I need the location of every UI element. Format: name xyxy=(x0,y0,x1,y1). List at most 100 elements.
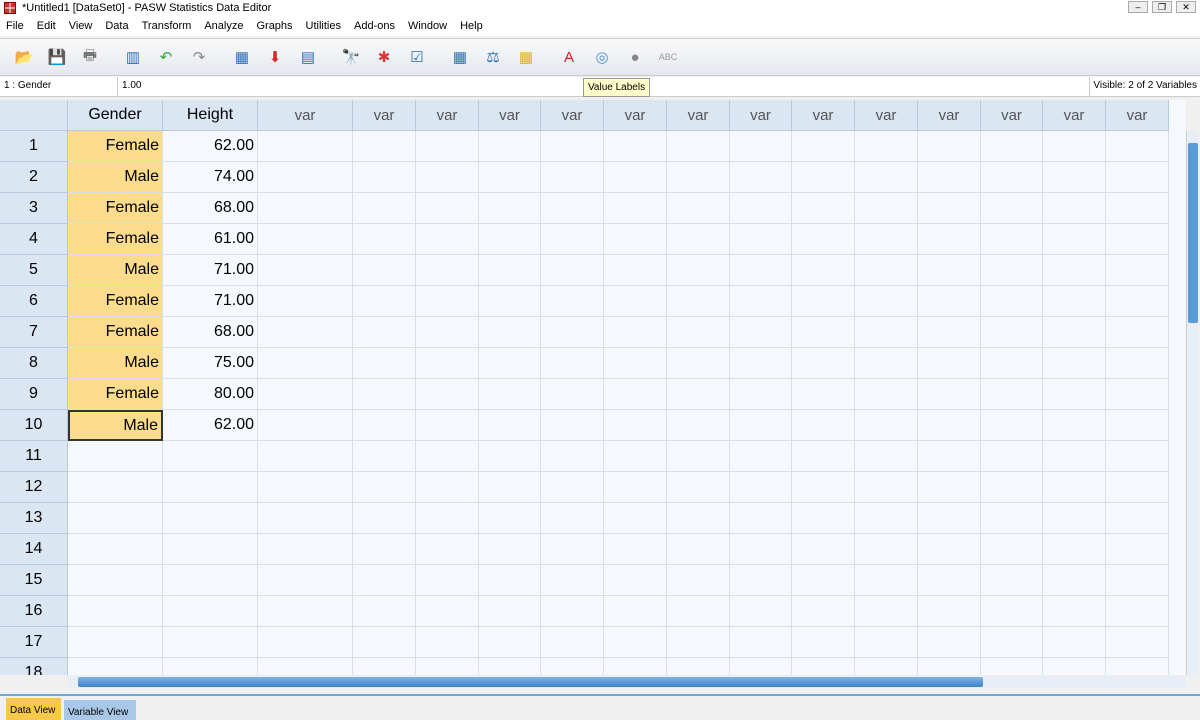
cell-empty[interactable] xyxy=(667,379,730,410)
cell-empty[interactable] xyxy=(730,255,792,286)
cell-height[interactable]: 61.00 xyxy=(163,224,258,255)
cell-empty[interactable] xyxy=(541,255,604,286)
cell-empty[interactable] xyxy=(258,317,353,348)
cell-empty[interactable] xyxy=(792,162,855,193)
cell-gender[interactable]: Male xyxy=(68,410,163,441)
cell-empty[interactable] xyxy=(1043,131,1106,162)
cell-empty[interactable] xyxy=(541,193,604,224)
cell-empty[interactable] xyxy=(667,503,730,534)
undo-icon[interactable]: ↶ xyxy=(152,43,180,71)
cell-height[interactable] xyxy=(163,627,258,658)
row-header[interactable]: 18 xyxy=(0,658,68,675)
cell-empty[interactable] xyxy=(667,224,730,255)
cell-gender[interactable]: Female xyxy=(68,379,163,410)
cell-empty[interactable] xyxy=(416,565,479,596)
cell-empty[interactable] xyxy=(479,193,541,224)
cell-empty[interactable] xyxy=(541,410,604,441)
cell-empty[interactable] xyxy=(541,565,604,596)
cell-gender[interactable]: Female xyxy=(68,317,163,348)
cell-empty[interactable] xyxy=(353,472,416,503)
cell-empty[interactable] xyxy=(855,503,918,534)
cell-empty[interactable] xyxy=(416,255,479,286)
cell-height[interactable]: 68.00 xyxy=(163,193,258,224)
cell-empty[interactable] xyxy=(604,596,667,627)
cell-empty[interactable] xyxy=(855,255,918,286)
cell-empty[interactable] xyxy=(667,410,730,441)
cell-gender[interactable] xyxy=(68,503,163,534)
cell-empty[interactable] xyxy=(981,627,1043,658)
redo-icon[interactable]: ↷ xyxy=(185,43,213,71)
cell-empty[interactable] xyxy=(981,379,1043,410)
maximize-button[interactable]: ❐ xyxy=(1152,1,1172,13)
cell-empty[interactable] xyxy=(918,410,981,441)
cell-empty[interactable] xyxy=(855,348,918,379)
cell-empty[interactable] xyxy=(918,162,981,193)
cell-empty[interactable] xyxy=(258,131,353,162)
cell-empty[interactable] xyxy=(353,596,416,627)
cell-empty[interactable] xyxy=(855,441,918,472)
menu-view[interactable]: View xyxy=(69,20,93,32)
row-header[interactable]: 10 xyxy=(0,410,68,441)
cell-height[interactable]: 75.00 xyxy=(163,348,258,379)
cell-empty[interactable] xyxy=(353,224,416,255)
show-all-icon[interactable]: ● xyxy=(621,43,649,71)
print-icon[interactable]: 🖶 xyxy=(76,43,104,71)
cell-empty[interactable] xyxy=(416,503,479,534)
column-header-var[interactable]: var xyxy=(1106,100,1169,131)
cell-empty[interactable] xyxy=(792,596,855,627)
cell-gender[interactable] xyxy=(68,472,163,503)
cell-empty[interactable] xyxy=(258,441,353,472)
cell-empty[interactable] xyxy=(479,162,541,193)
cell-empty[interactable] xyxy=(918,627,981,658)
cell-height[interactable]: 62.00 xyxy=(163,131,258,162)
cell-empty[interactable] xyxy=(604,658,667,675)
cell-height[interactable]: 68.00 xyxy=(163,317,258,348)
cell-empty[interactable] xyxy=(541,472,604,503)
cell-empty[interactable] xyxy=(1106,193,1169,224)
column-header-var[interactable]: var xyxy=(604,100,667,131)
cell-empty[interactable] xyxy=(479,379,541,410)
cell-empty[interactable] xyxy=(541,348,604,379)
horizontal-scroll-thumb[interactable] xyxy=(78,677,983,687)
cell-empty[interactable] xyxy=(353,534,416,565)
cell-empty[interactable] xyxy=(981,317,1043,348)
cell-empty[interactable] xyxy=(792,317,855,348)
cell-empty[interactable] xyxy=(416,596,479,627)
cell-gender[interactable]: Female xyxy=(68,193,163,224)
cell-gender[interactable]: Male xyxy=(68,255,163,286)
cell-empty[interactable] xyxy=(918,472,981,503)
cell-empty[interactable] xyxy=(604,472,667,503)
save-icon[interactable]: 💾 xyxy=(43,43,71,71)
cell-empty[interactable] xyxy=(1043,658,1106,675)
cell-empty[interactable] xyxy=(730,193,792,224)
cell-empty[interactable] xyxy=(667,596,730,627)
cell-value-input[interactable]: 1.00 xyxy=(122,80,141,91)
cell-empty[interactable] xyxy=(416,658,479,675)
cell-empty[interactable] xyxy=(479,534,541,565)
cell-empty[interactable] xyxy=(416,472,479,503)
cell-empty[interactable] xyxy=(792,441,855,472)
cell-empty[interactable] xyxy=(416,441,479,472)
cell-empty[interactable] xyxy=(604,565,667,596)
spell-check-icon[interactable]: ABC xyxy=(654,43,682,71)
cell-empty[interactable] xyxy=(667,193,730,224)
cell-empty[interactable] xyxy=(730,627,792,658)
cell-empty[interactable] xyxy=(855,379,918,410)
cell-empty[interactable] xyxy=(918,534,981,565)
cell-height[interactable] xyxy=(163,472,258,503)
cell-empty[interactable] xyxy=(981,565,1043,596)
cell-empty[interactable] xyxy=(416,379,479,410)
cell-empty[interactable] xyxy=(604,534,667,565)
column-header-gender[interactable]: Gender xyxy=(68,100,163,131)
cell-empty[interactable] xyxy=(918,131,981,162)
cell-empty[interactable] xyxy=(541,441,604,472)
cell-height[interactable] xyxy=(163,534,258,565)
value-labels-icon[interactable]: A xyxy=(555,43,583,71)
cell-empty[interactable] xyxy=(730,131,792,162)
menu-edit[interactable]: Edit xyxy=(37,20,56,32)
split-file-icon[interactable]: ✱ xyxy=(370,43,398,71)
column-header-var[interactable]: var xyxy=(792,100,855,131)
cell-empty[interactable] xyxy=(1043,255,1106,286)
cell-empty[interactable] xyxy=(792,131,855,162)
column-header-var[interactable]: var xyxy=(918,100,981,131)
